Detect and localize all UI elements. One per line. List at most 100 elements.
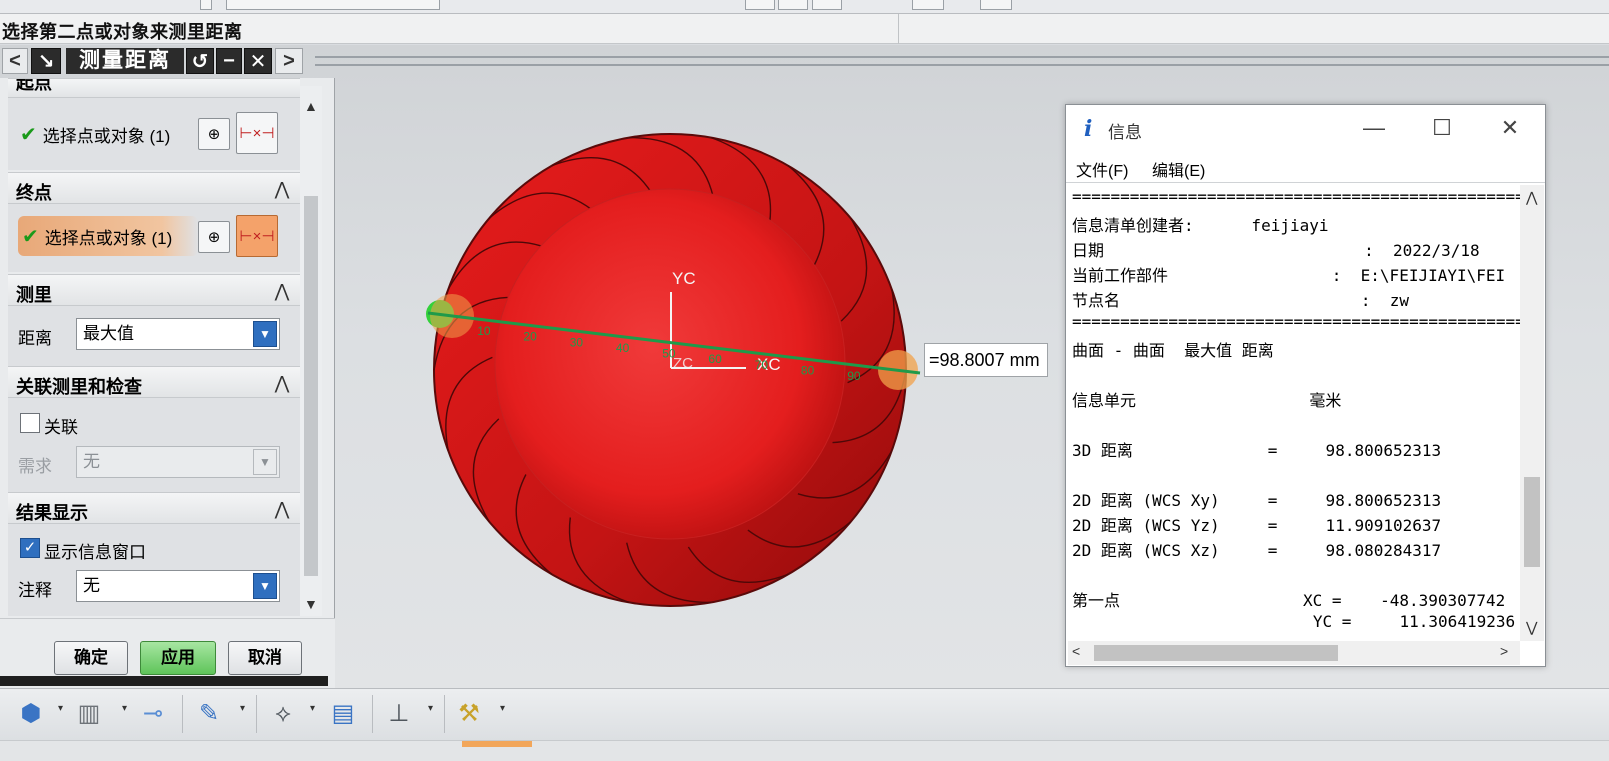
minimize-icon[interactable]: − — [216, 48, 242, 74]
ruler-tick-label: 20 — [523, 330, 537, 344]
point-dialog-button[interactable]: ⊕ — [198, 221, 230, 253]
cancel-button[interactable]: 取消 — [228, 641, 302, 675]
minimize-icon[interactable]: — — [1354, 113, 1394, 143]
scroll-thumb[interactable] — [304, 196, 318, 576]
collapse-icon[interactable]: ⋀ — [270, 497, 294, 521]
section-measure-body: 距离 最大值 ▼ — [8, 306, 300, 366]
ruler-tick-label: 40 — [616, 341, 630, 355]
maximize-icon[interactable]: ☐ — [1422, 113, 1462, 143]
toolbar-fragment[interactable] — [745, 0, 775, 10]
apply-button[interactable]: 应用 — [140, 641, 216, 675]
info-line: ========================================… — [1072, 312, 1520, 331]
scroll-right-icon[interactable]: > — [1500, 643, 1508, 659]
point-tool-icon[interactable]: ⊸ — [136, 695, 170, 733]
dropdown-arrow-icon[interactable]: ▾ — [240, 703, 245, 714]
menu-file[interactable]: 文件(F) — [1076, 157, 1128, 181]
chevron-down-icon[interactable]: ▼ — [253, 573, 277, 599]
show-info-checkbox[interactable]: ✓ — [20, 538, 40, 558]
toolbar-fragment[interactable] — [980, 0, 1012, 10]
reset-icon[interactable]: ↺ — [186, 48, 214, 74]
toolbar-separator — [256, 695, 257, 733]
toolbar-fragment[interactable] — [200, 0, 212, 10]
info-titlebar[interactable]: i 信息 — ☐ ✕ — [1066, 105, 1545, 151]
section-start-header[interactable]: 起点 — [8, 78, 300, 98]
section-end: 终点 ⋀ ✔ 选择点或对象 (1) ⊕ ⊢×⊣ — [8, 172, 300, 272]
toolbar-combo-fragment[interactable] — [226, 0, 440, 10]
info-line: 曲面 - 曲面 最大值 距离 — [1072, 341, 1274, 360]
scroll-left-icon[interactable]: < — [1072, 643, 1080, 659]
scroll-up-icon[interactable]: ▲ — [304, 98, 318, 114]
info-line: 日期 : 2022/3/18 — [1072, 241, 1480, 260]
distance-type-select[interactable]: 最大值 ▼ — [76, 318, 280, 350]
dropdown-arrow-icon[interactable]: ▾ — [58, 703, 63, 714]
status-bar — [0, 740, 1609, 761]
scroll-down-icon[interactable]: ▼ — [304, 596, 318, 612]
section-end-label: 终点 — [16, 183, 52, 203]
section-result-header[interactable]: 结果显示 ⋀ — [8, 492, 300, 524]
info-text-area[interactable]: ========================================… — [1068, 185, 1520, 641]
toolbar-fragment[interactable] — [812, 0, 842, 10]
dropdown-arrow-icon[interactable]: ▾ — [428, 703, 433, 714]
ok-button[interactable]: 确定 — [54, 641, 128, 675]
dropdown-arrow-icon[interactable]: ▾ — [122, 703, 127, 714]
check-icon: ✔ — [22, 225, 39, 248]
scroll-thumb[interactable] — [1524, 477, 1540, 567]
surface-tool-icon[interactable]: ⟡ — [266, 695, 300, 733]
info-line: YC = 11.306419236 — [1072, 612, 1516, 631]
section-measure-header[interactable]: 测里 ⋀ — [8, 274, 300, 306]
info-vertical-scrollbar[interactable]: ⋀ ⋁ — [1520, 185, 1544, 641]
prompt-bar: 选择第二点或对象来测里距离 — [0, 14, 1609, 44]
nav-next-button[interactable]: > — [275, 48, 303, 74]
dropdown-arrow-icon[interactable]: ▾ — [500, 703, 505, 714]
toolbar-fragment[interactable] — [912, 0, 944, 10]
ruler-tick-label: 30 — [570, 335, 584, 349]
note-select[interactable]: 无 ▼ — [76, 570, 280, 602]
scroll-thumb[interactable] — [1094, 645, 1338, 661]
section-measure-label: 测里 — [16, 285, 52, 305]
info-line: 第一点 XC = -48.390307742 — [1072, 591, 1506, 610]
nav-prev-button[interactable]: < — [2, 48, 28, 74]
collapse-icon[interactable]: ⋀ — [270, 371, 294, 395]
associative-checkbox[interactable] — [20, 413, 40, 433]
arrow-icon[interactable]: ↘ — [31, 48, 61, 74]
toolbar-fragment[interactable] — [778, 0, 808, 10]
start-select-row[interactable]: ✔ 选择点或对象 (1) — [20, 114, 170, 154]
chevron-down-icon[interactable]: ▼ — [253, 321, 277, 347]
toolbar-separator — [182, 695, 183, 733]
scroll-down-icon[interactable]: ⋁ — [1526, 619, 1537, 636]
require-label: 需求 — [18, 457, 52, 476]
info-line: 当前工作部件 : E:\FEIJIAYI\FEI — [1072, 266, 1506, 285]
section-assoc-header[interactable]: 关联测里和检查 ⋀ — [8, 366, 300, 398]
measure-tool-icon[interactable]: ⬢ — [14, 695, 48, 733]
start-point-type-button[interactable]: ⊢×⊣ — [236, 112, 278, 154]
report-tool-icon[interactable]: ▤ — [326, 695, 360, 733]
section-result: 结果显示 ⋀ ✓ 显示信息窗口 注释 无 ▼ — [8, 492, 300, 616]
tools-icon[interactable]: ⚒ — [452, 695, 486, 733]
scroll-up-icon[interactable]: ⋀ — [1526, 189, 1537, 206]
distance-point-icon: ⊢×⊣ — [239, 228, 275, 245]
info-icon: i — [1084, 116, 1093, 142]
close-icon[interactable]: ✕ — [1490, 113, 1530, 143]
analysis-tool-icon[interactable]: ✎ — [192, 695, 226, 733]
ruler-tick-label: 10 — [477, 324, 491, 338]
info-menubar: 文件(F) 编辑(E) — [1066, 151, 1545, 183]
info-horizontal-scrollbar[interactable]: < > — [1068, 641, 1520, 665]
section-tool-icon[interactable]: ▥ — [72, 695, 106, 733]
dialog-scrollbar[interactable]: ▲ ▼ — [300, 86, 322, 616]
end-point-type-button[interactable]: ⊢×⊣ — [236, 215, 278, 257]
collapse-icon[interactable]: ⋀ — [270, 177, 294, 201]
distance-type-value: 最大值 — [83, 324, 134, 343]
dropdown-arrow-icon[interactable]: ▾ — [310, 703, 315, 714]
info-line: ========================================… — [1072, 187, 1520, 206]
menu-edit[interactable]: 编辑(E) — [1152, 157, 1205, 181]
collapse-icon[interactable]: ⋀ — [270, 279, 294, 303]
fixture-tool-icon[interactable]: ⊥ — [382, 695, 416, 733]
bottom-toolbar: ⬢ ▾ ▥ ▾ ⊸ ✎ ▾ ⟡ ▾ ▤ ⊥ ▾ ⚒ ▾ — [0, 688, 1609, 740]
turbine-model[interactable]: YC XC ZC 10 20 30 40 50 60 70 80 90 — [420, 120, 940, 620]
end-select-row[interactable]: ✔ 选择点或对象 (1) — [18, 216, 198, 256]
status-highlight — [462, 741, 532, 747]
section-measure: 测里 ⋀ 距离 最大值 ▼ — [8, 274, 300, 366]
close-icon[interactable]: ✕ — [244, 48, 272, 74]
point-dialog-button[interactable]: ⊕ — [198, 118, 230, 150]
section-end-header[interactable]: 终点 ⋀ — [8, 172, 300, 204]
